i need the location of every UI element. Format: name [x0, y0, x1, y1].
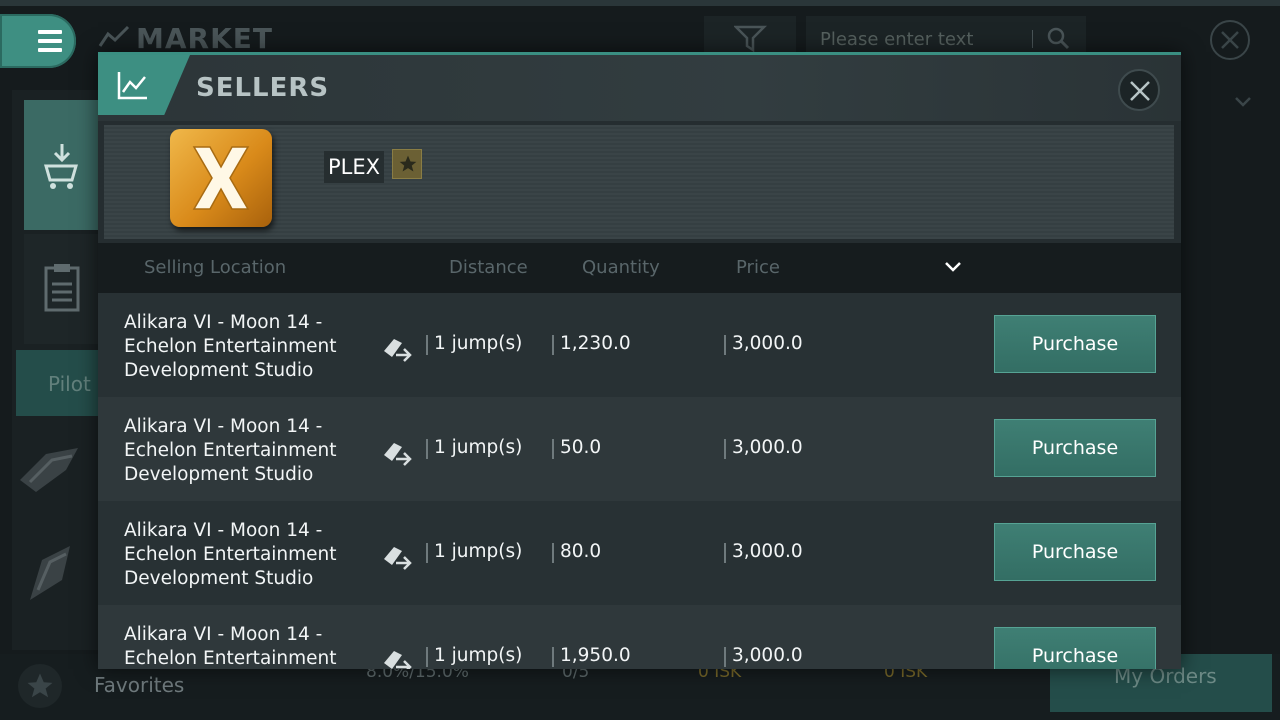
market-close-button[interactable]	[1210, 20, 1250, 60]
distance-cell: 1 jump(s)	[426, 333, 522, 355]
sellers-dialog: SELLERS PLEX Selling Location Distance Q…	[98, 52, 1181, 669]
purchase-button[interactable]: Purchase	[994, 315, 1156, 373]
dialog-close-button[interactable]	[1118, 69, 1160, 111]
cart-download-icon	[44, 144, 78, 189]
jump-icon	[384, 651, 412, 669]
quantity-cell: 1,950.0	[552, 645, 631, 667]
chevron-down-icon[interactable]	[944, 261, 962, 273]
price-cell: 3,000.0	[724, 645, 803, 667]
table-row: Alikara VI - Moon 14 - Echelon Entertain…	[98, 397, 1181, 501]
pilot-tab[interactable]: Pilot	[16, 350, 106, 416]
plex-x-emblem	[192, 146, 250, 210]
selling-location: Alikara VI - Moon 14 - Echelon Entertain…	[124, 416, 337, 485]
favorites-label: Favorites	[94, 673, 185, 697]
table-row: Alikara VI - Moon 14 - Echelon Entertain…	[98, 501, 1181, 605]
column-price[interactable]: Price	[736, 257, 780, 278]
star-icon	[399, 155, 417, 172]
star-icon	[27, 673, 53, 698]
purchase-button[interactable]: Purchase	[994, 627, 1156, 669]
quantity-cell: 1,230.0	[552, 333, 631, 355]
dialog-title: SELLERS	[196, 73, 330, 103]
purchase-button[interactable]: Purchase	[994, 419, 1156, 477]
menu-button[interactable]	[0, 14, 76, 68]
favorites-button[interactable]	[18, 664, 62, 708]
chart-icon	[117, 72, 147, 100]
price-cell: 3,000.0	[724, 437, 803, 459]
column-distance[interactable]: Distance	[449, 257, 528, 278]
selling-location: Alikara VI - Moon 14 - Echelon Entertain…	[124, 312, 337, 381]
jump-icon	[384, 339, 412, 362]
header-tab	[98, 55, 190, 115]
selling-location: Alikara VI - Moon 14 - Echelon Entertain…	[124, 624, 337, 669]
selling-location: Alikara VI - Moon 14 - Echelon Entertain…	[124, 520, 337, 589]
search-separator	[1032, 30, 1033, 48]
column-quantity[interactable]: Quantity	[582, 257, 660, 278]
close-icon	[1221, 31, 1239, 49]
close-icon	[1130, 81, 1150, 101]
search-icon[interactable]	[1046, 26, 1070, 50]
hamburger-icon	[38, 30, 62, 52]
favorite-toggle[interactable]	[392, 149, 422, 179]
column-selling-location[interactable]: Selling Location	[144, 257, 286, 278]
purchase-button[interactable]: Purchase	[994, 523, 1156, 581]
table-header: Selling Location Distance Quantity Price	[98, 243, 1181, 293]
clipboard-icon	[44, 264, 80, 312]
item-banner: PLEX	[104, 125, 1174, 239]
orders-tab-button[interactable]	[24, 234, 98, 344]
ship-thumbnail[interactable]	[22, 540, 82, 610]
dialog-header: SELLERS	[98, 55, 1181, 121]
search-input[interactable]	[818, 26, 1032, 52]
top-edge-bar	[0, 0, 1280, 6]
market-chart-icon	[98, 25, 130, 47]
jump-icon	[384, 547, 412, 570]
distance-cell: 1 jump(s)	[426, 541, 522, 563]
market-title: MARKET	[136, 22, 274, 55]
plex-icon	[170, 129, 272, 227]
distance-cell: 1 jump(s)	[426, 437, 522, 459]
pilot-label: Pilot	[48, 372, 91, 396]
jump-icon	[384, 443, 412, 466]
buy-tab-button[interactable]	[24, 100, 98, 230]
price-cell: 3,000.0	[724, 541, 803, 563]
quantity-cell: 80.0	[552, 541, 601, 563]
price-cell: 3,000.0	[724, 333, 803, 355]
filter-icon	[734, 25, 768, 53]
ship-thumbnail[interactable]	[16, 440, 86, 500]
table-row: Alikara VI - Moon 14 - Echelon Entertain…	[98, 605, 1181, 669]
chevron-down-icon[interactable]	[1234, 96, 1252, 108]
distance-cell: 1 jump(s)	[426, 645, 522, 667]
item-name: PLEX	[324, 151, 385, 183]
quantity-cell: 50.0	[552, 437, 601, 459]
table-row: Alikara VI - Moon 14 - Echelon Entertain…	[98, 293, 1181, 397]
